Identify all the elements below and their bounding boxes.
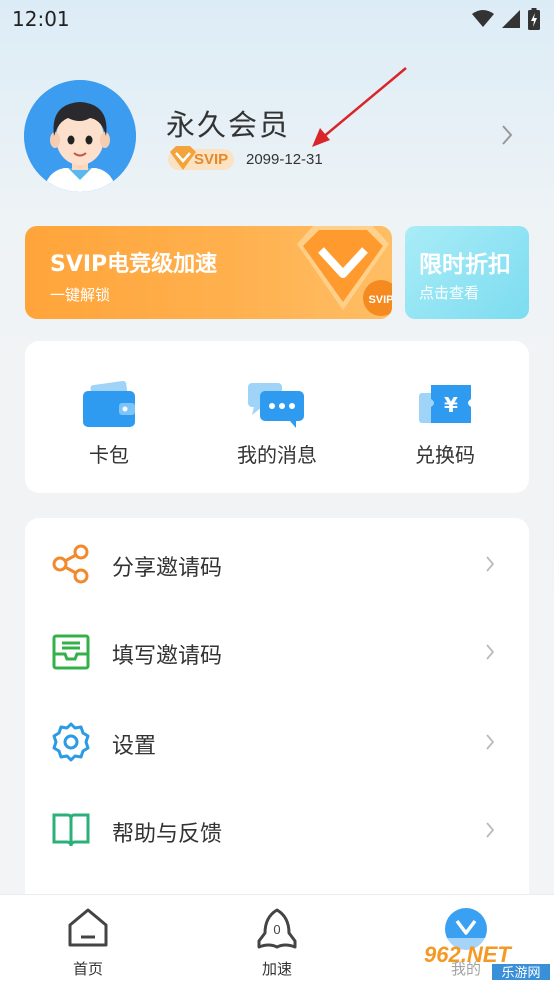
- svip-badge: SVIP: [168, 146, 235, 172]
- svip-diamond-icon: SVIP: [297, 226, 392, 316]
- watermark-text: 乐游网: [501, 966, 540, 981]
- watermark-brand: 962.NET: [424, 942, 512, 967]
- svip-emblem-label: SVIP: [368, 294, 392, 306]
- menu-item-label: 帮助与反馈: [112, 822, 223, 847]
- signal-icon: [502, 10, 520, 28]
- status-bar: 12:01: [0, 0, 554, 40]
- battery-charging-icon: [528, 8, 540, 30]
- quick-action-redeem[interactable]: ¥ 兑换码: [361, 341, 529, 493]
- message-icon: [248, 383, 304, 428]
- watermark-logo: 962.NET 乐游网: [418, 938, 554, 982]
- menu-item-help-feedback[interactable]: 帮助与反馈: [25, 786, 529, 874]
- status-icons: [472, 8, 540, 30]
- annotation-arrow: [312, 67, 407, 147]
- quick-action-label: 卡包: [89, 443, 129, 467]
- gear-icon: [52, 722, 90, 762]
- menu-item-label: 分享邀请码: [112, 556, 223, 581]
- menu-item-settings[interactable]: 设置: [25, 698, 529, 786]
- chevron-right-icon: [486, 734, 495, 750]
- menu-item-enter-invite[interactable]: 填写邀请码: [25, 608, 529, 696]
- quick-action-label: 兑换码: [415, 443, 475, 467]
- quick-action-wallet[interactable]: 卡包: [25, 341, 193, 493]
- quick-action-messages[interactable]: 我的消息: [193, 341, 361, 493]
- svg-text:¥: ¥: [444, 393, 458, 417]
- boost-badge: 0: [273, 922, 280, 937]
- chevron-right-icon: [486, 644, 495, 660]
- nav-label: 加速: [261, 960, 292, 978]
- nav-tab-boost[interactable]: 0 加速: [217, 895, 337, 984]
- status-time: 12:01: [12, 7, 70, 31]
- book-icon: [52, 813, 90, 847]
- wifi-icon: [472, 10, 494, 27]
- nav-label: 首页: [72, 960, 103, 978]
- share-icon: [52, 544, 89, 584]
- svip-boost-banner[interactable]: SVIP电竞级加速 一键解锁 SVIP: [25, 226, 392, 319]
- avatar-boy-icon: [24, 80, 136, 192]
- chevron-right-icon: [486, 822, 495, 838]
- chevron-right-icon: [486, 556, 495, 572]
- coupon-icon: ¥: [419, 385, 471, 423]
- chevron-right-icon[interactable]: [500, 124, 514, 146]
- discount-banner[interactable]: 限时折扣 点击查看: [405, 226, 529, 319]
- menu-item-share-invite[interactable]: 分享邀请码: [25, 520, 529, 608]
- wallet-icon: [83, 381, 135, 427]
- discount-banner-title: 限时折扣: [419, 252, 511, 278]
- boost-icon: 0: [257, 908, 297, 949]
- quick-actions-card: 卡包 我的消息 ¥ 兑换码: [25, 341, 529, 493]
- quick-action-label: 我的消息: [237, 443, 317, 467]
- crown-diamond-icon: [170, 146, 196, 170]
- home-icon: [68, 908, 108, 947]
- discount-banner-subtitle: 点击查看: [419, 284, 480, 302]
- menu-item-label: 设置: [112, 734, 157, 759]
- menu-card: 分享邀请码 填写邀请码 设置 帮助与反馈: [25, 518, 529, 908]
- svip-banner-title: SVIP电竞级加速: [50, 252, 218, 277]
- menu-item-label: 填写邀请码: [112, 644, 223, 669]
- nav-tab-home[interactable]: 首页: [28, 895, 148, 984]
- svip-banner-subtitle: 一键解锁: [50, 286, 111, 304]
- member-title: 永久会员: [166, 108, 291, 142]
- avatar[interactable]: [24, 80, 136, 192]
- mail-icon: [52, 634, 90, 670]
